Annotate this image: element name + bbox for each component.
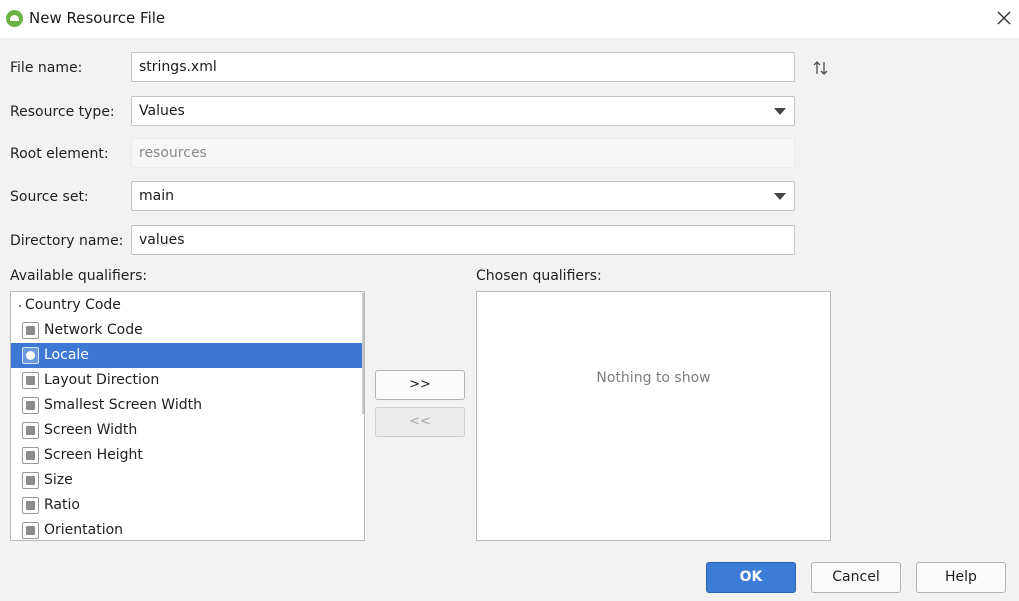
chevron-down-icon <box>774 193 786 200</box>
title-bar: New Resource File <box>0 0 1019 38</box>
directory-name-label: Directory name: <box>10 233 124 249</box>
chosen-qualifiers-list[interactable]: Nothing to show <box>476 291 831 541</box>
source-set-select[interactable]: main <box>131 181 795 211</box>
close-icon[interactable] <box>994 8 1014 28</box>
list-item[interactable]: Orientation <box>11 518 364 540</box>
resource-type-value: Values <box>139 103 185 119</box>
list-item[interactable]: Screen Height <box>11 443 364 468</box>
screen-height-icon <box>22 447 39 464</box>
list-item-selected[interactable]: Locale <box>11 343 364 368</box>
file-name-input[interactable]: strings.xml <box>131 52 795 82</box>
network-code-icon <box>22 322 39 339</box>
resource-type-label: Resource type: <box>10 104 115 120</box>
source-set-label: Source set: <box>10 189 89 205</box>
add-qualifier-button[interactable]: >> <box>375 370 465 400</box>
list-item[interactable]: Size <box>11 468 364 493</box>
chevron-down-icon <box>774 108 786 115</box>
smallest-screen-width-icon <box>22 397 39 414</box>
globe-icon <box>22 347 39 364</box>
sort-order-icon[interactable] <box>812 59 830 77</box>
list-item[interactable]: Layout Direction <box>11 368 364 393</box>
root-element-input: resources <box>131 138 795 168</box>
size-icon <box>22 472 39 489</box>
directory-name-value: values <box>139 232 185 248</box>
layout-direction-icon <box>22 372 39 389</box>
remove-qualifier-button[interactable]: << <box>375 407 465 437</box>
resource-type-select[interactable]: Values <box>131 96 795 126</box>
orientation-icon <box>22 522 39 539</box>
list-item[interactable]: Country Code <box>11 293 364 318</box>
directory-name-input[interactable]: values <box>131 225 795 255</box>
screen-width-icon <box>22 422 39 439</box>
ok-button[interactable]: OK <box>706 562 796 593</box>
file-name-value: strings.xml <box>139 59 217 75</box>
empty-state-text: Nothing to show <box>596 370 711 386</box>
source-set-value: main <box>139 188 174 204</box>
root-element-label: Root element: <box>10 146 109 162</box>
list-scrollbar-thumb[interactable] <box>362 293 364 414</box>
list-item[interactable]: Smallest Screen Width <box>11 393 364 418</box>
ratio-icon <box>22 497 39 514</box>
help-button[interactable]: Help <box>916 562 1006 593</box>
cancel-button[interactable]: Cancel <box>811 562 901 593</box>
available-qualifiers-list[interactable]: Country Code Network Code Locale Layout … <box>10 291 365 541</box>
window-title: New Resource File <box>29 9 166 27</box>
list-item[interactable]: Network Code <box>11 318 364 343</box>
list-item[interactable]: Ratio <box>11 493 364 518</box>
tree-dot <box>19 305 21 307</box>
file-name-label: File name: <box>10 60 83 76</box>
chosen-qualifiers-label: Chosen qualifiers: <box>476 268 602 284</box>
list-item[interactable]: Screen Width <box>11 418 364 443</box>
root-element-value: resources <box>139 145 207 161</box>
android-studio-icon <box>6 10 23 27</box>
available-qualifiers-label: Available qualifiers: <box>10 268 148 284</box>
